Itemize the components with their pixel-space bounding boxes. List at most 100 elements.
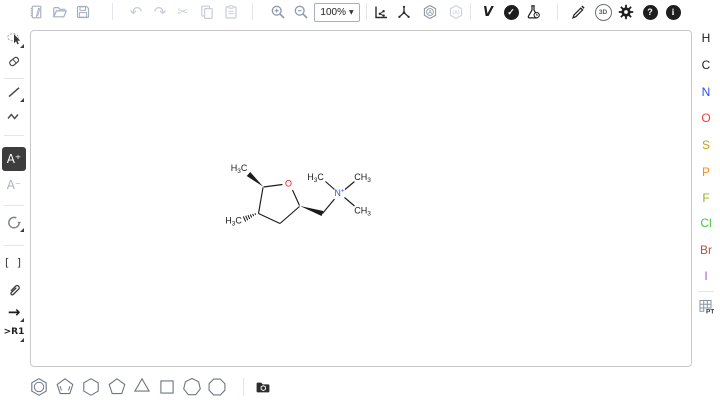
undo-icon: ↶ <box>130 5 143 20</box>
template-cyclopentane[interactable] <box>106 376 128 398</box>
dropdown-indicator <box>20 44 24 48</box>
cyclooctane-icon <box>207 377 227 397</box>
sgroup-tool[interactable]: [ ] <box>2 250 26 274</box>
cyclopentadiene-icon <box>55 377 75 397</box>
zoom-out-button[interactable] <box>290 1 312 23</box>
rgroup-tool[interactable]: >R1 <box>2 320 26 344</box>
redo-button[interactable]: ↷ <box>149 1 171 23</box>
recognize-button[interactable] <box>567 1 589 23</box>
open-icon <box>52 4 68 20</box>
atom-button-I[interactable]: I <box>696 266 716 286</box>
help-button[interactable]: ? <box>639 1 661 23</box>
check-structure-button[interactable]: ✓ <box>500 1 522 23</box>
cyclohexane-icon <box>81 377 101 397</box>
paste-icon <box>223 4 239 20</box>
template-cyclooctane[interactable] <box>206 376 228 398</box>
check-structure-icon: ✓ <box>504 5 519 20</box>
separator <box>557 3 558 20</box>
separator <box>4 135 24 136</box>
dropdown-indicator <box>20 338 24 342</box>
settings-icon <box>618 4 634 20</box>
atom-button-P[interactable]: P <box>696 162 716 182</box>
charge-plus-tool[interactable]: A⁺ <box>2 147 26 171</box>
atom-button-H[interactable]: H <box>696 28 716 48</box>
template-cycloheptane[interactable] <box>181 376 203 398</box>
bond-single-tool[interactable] <box>2 80 26 104</box>
separator <box>112 3 113 20</box>
new-document-icon <box>28 4 44 20</box>
atom-button-O[interactable]: O <box>696 108 716 128</box>
3d-viewer-button[interactable]: 3D <box>592 1 614 23</box>
cut-button[interactable]: ✂ <box>172 1 194 23</box>
separator <box>366 3 367 20</box>
separator <box>4 245 24 246</box>
separator <box>243 378 244 396</box>
atom-button-N[interactable]: N <box>696 82 716 102</box>
template-cyclopropane[interactable] <box>131 376 153 398</box>
new-document-button[interactable] <box>25 1 47 23</box>
atom-button-S[interactable]: S <box>696 135 716 155</box>
periodic-table-button[interactable]: PT <box>696 296 716 316</box>
dropdown-indicator <box>20 98 24 102</box>
open-button[interactable] <box>49 1 71 23</box>
transform-rotate-tool[interactable] <box>2 210 26 234</box>
zoom-in-button[interactable] <box>267 1 289 23</box>
3d-viewer-icon: 3D <box>595 4 612 21</box>
atom-button-C[interactable]: C <box>696 55 716 75</box>
molecule-editor-app: { "top_toolbar": { "zoom_value": "100%",… <box>0 0 720 400</box>
zoom-value: 100% <box>320 7 346 18</box>
about-button[interactable]: i <box>662 1 684 23</box>
undo-button[interactable]: ↶ <box>125 1 147 23</box>
rgroup-icon: >R1 <box>4 328 25 337</box>
aromatize-button[interactable]: A <box>419 1 441 23</box>
separator <box>4 78 24 79</box>
canvas[interactable] <box>30 30 692 367</box>
paste-button[interactable] <box>220 1 242 23</box>
atom-button-F[interactable]: F <box>696 188 716 208</box>
atom-button-Cl[interactable]: Cl <box>696 213 716 233</box>
charge-plus-icon: A⁺ <box>7 153 22 165</box>
dropdown-indicator <box>20 228 24 232</box>
template-benzene[interactable] <box>28 376 50 398</box>
charge-minus-tool[interactable]: A⁻ <box>2 173 26 197</box>
svg-text:(A): (A) <box>452 10 460 16</box>
cycloheptane-icon <box>182 377 202 397</box>
aromatize-icon: A <box>422 4 438 20</box>
separator <box>252 3 253 20</box>
clean-up-icon <box>396 4 412 20</box>
template-cyclobutane[interactable] <box>156 376 178 398</box>
calculated-values-icon <box>525 4 541 20</box>
erase-tool[interactable] <box>2 49 26 73</box>
layout-icon <box>373 4 389 20</box>
erase-icon <box>6 53 22 69</box>
periodic-table-icon: PT <box>698 298 714 314</box>
zoom-select[interactable]: 100%▼ <box>314 3 360 22</box>
separator <box>470 3 471 20</box>
layout-button[interactable] <box>370 1 392 23</box>
attachment-tool[interactable] <box>2 277 26 301</box>
copy-icon <box>199 4 215 20</box>
info-icon: i <box>666 5 681 20</box>
settings-button[interactable] <box>615 1 637 23</box>
select-lasso-tool[interactable] <box>2 26 26 50</box>
atom-button-Br[interactable]: Br <box>696 240 716 260</box>
separator <box>4 205 24 206</box>
calculate-cip-button[interactable]: V <box>477 1 499 23</box>
dearomatize-button[interactable]: (A) <box>445 1 467 23</box>
sgroup-icon: [ ] <box>5 257 23 268</box>
template-library-button[interactable] <box>252 376 274 398</box>
clean-up-button[interactable] <box>393 1 415 23</box>
save-button[interactable] <box>72 1 94 23</box>
save-icon <box>75 4 91 20</box>
template-cyclopentadiene[interactable] <box>54 376 76 398</box>
svg-text:PT: PT <box>706 309 714 314</box>
svg-text:A: A <box>428 10 432 16</box>
benzene-icon <box>29 377 49 397</box>
template-cyclohexane[interactable] <box>80 376 102 398</box>
calculated-values-button[interactable] <box>522 1 544 23</box>
copy-button[interactable] <box>196 1 218 23</box>
chain-icon <box>6 107 22 123</box>
separator <box>698 291 714 292</box>
recognize-icon <box>570 4 586 20</box>
chain-tool[interactable] <box>2 103 26 127</box>
